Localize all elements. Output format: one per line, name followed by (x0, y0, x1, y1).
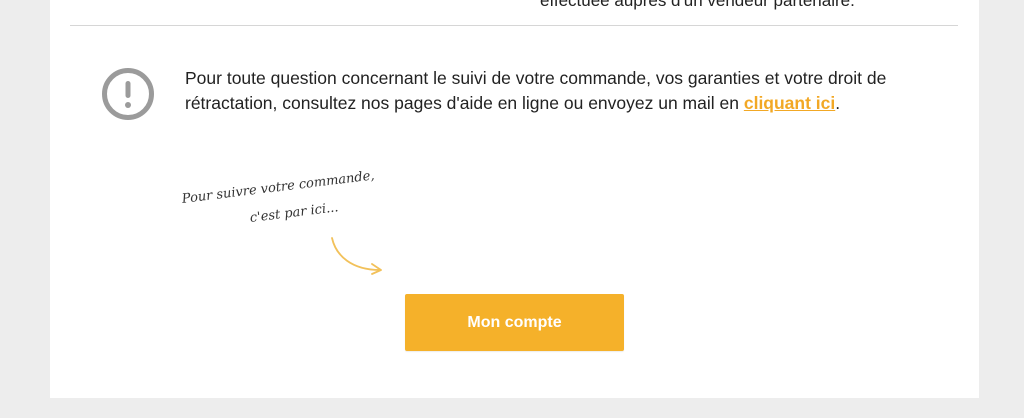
email-content-card: effectuée auprès d'un vendeur partenaire… (50, 0, 979, 398)
previous-paragraph-tail: effectuée auprès d'un vendeur partenaire… (540, 0, 855, 10)
my-account-button[interactable]: Mon compte (405, 294, 624, 351)
help-info-period: . (835, 93, 841, 113)
curved-arrow-icon (331, 237, 382, 275)
contact-link[interactable]: cliquant ici (744, 93, 835, 113)
exclamation-circle-icon (101, 67, 155, 121)
help-info-paragraph: Pour toute question concernant le suivi … (185, 66, 925, 116)
divider (70, 25, 958, 26)
handwritten-note: Pour suivre votre commande, c'est par ic… (180, 168, 440, 276)
handwritten-note-line-2: c'est par ici... (249, 200, 340, 226)
handwritten-note-line-1: Pour suivre votre commande, (181, 168, 376, 207)
